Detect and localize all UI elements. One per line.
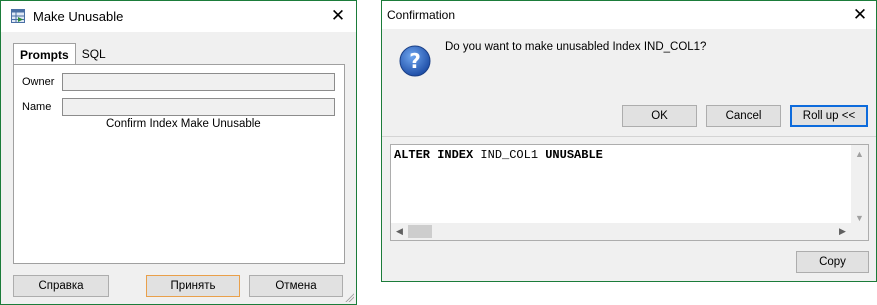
scroll-left-icon[interactable]: ◀ xyxy=(391,223,408,240)
dialog-title: Make Unusable xyxy=(33,9,124,24)
name-label: Name xyxy=(22,101,52,113)
cancel-button[interactable]: Отмена xyxy=(249,275,343,297)
cancel-button-label: Отмена xyxy=(275,280,317,292)
apply-button-label: Принять xyxy=(170,280,216,292)
app-table-icon xyxy=(11,9,25,23)
ok-button[interactable]: OK xyxy=(622,105,697,127)
owner-field[interactable] xyxy=(62,73,335,91)
close-icon[interactable]: ✕ xyxy=(328,6,348,26)
confirmation-message: Do you want to make unusabled Index IND_… xyxy=(445,41,707,53)
scroll-up-icon[interactable]: ▲ xyxy=(851,145,868,162)
resize-grip[interactable] xyxy=(344,292,354,302)
sql-keyword-alter-index: ALTER INDEX xyxy=(394,148,474,162)
ok-button-label: OK xyxy=(651,110,668,122)
confirm-text: Confirm Index Make Unusable xyxy=(106,118,261,130)
rollup-button[interactable]: Roll up << xyxy=(790,105,868,127)
copy-button-label: Copy xyxy=(819,256,846,268)
sql-statement: ALTER INDEX IND_COL1 UNUSABLE xyxy=(394,148,603,162)
help-button[interactable]: Справка xyxy=(13,275,109,297)
copy-button[interactable]: Copy xyxy=(796,251,869,273)
tab-prompts-label: Prompts xyxy=(20,48,69,62)
svg-text:?: ? xyxy=(409,49,421,73)
confirmation-dialog: Confirmation ✕ ? Do you want to make unu… xyxy=(381,0,877,282)
help-button-label: Справка xyxy=(38,280,84,292)
sql-index-name: IND_COL1 xyxy=(480,148,539,162)
rollup-button-label: Roll up << xyxy=(802,110,856,122)
tab-sql[interactable]: SQL xyxy=(76,43,112,65)
make-unusable-dialog: Make Unusable ✕ Prompts SQL Owner Name C… xyxy=(0,0,357,305)
apply-button[interactable]: Принять xyxy=(146,275,240,297)
cancel-button[interactable]: Cancel xyxy=(706,105,781,127)
tab-prompts[interactable]: Prompts xyxy=(13,43,76,66)
horizontal-scroll-thumb[interactable] xyxy=(408,225,432,238)
tab-bar: Prompts SQL xyxy=(13,43,112,66)
prompts-panel: Owner Name Confirm Index Make Unusable xyxy=(13,64,345,264)
confirmation-title: Confirmation xyxy=(387,8,456,22)
horizontal-scrollbar[interactable]: ◀ ▶ xyxy=(391,223,868,240)
vertical-scrollbar[interactable]: ▲ ▼ xyxy=(851,145,868,226)
separator xyxy=(382,136,876,137)
make-unusable-titlebar: Make Unusable ✕ xyxy=(1,1,356,32)
tab-sql-label: SQL xyxy=(81,47,106,61)
scroll-right-icon[interactable]: ▶ xyxy=(834,223,851,240)
cancel-button-label: Cancel xyxy=(725,110,762,122)
confirmation-titlebar: Confirmation ✕ xyxy=(382,1,876,29)
name-field[interactable] xyxy=(62,98,335,116)
close-icon[interactable]: ✕ xyxy=(850,5,870,25)
question-icon: ? xyxy=(399,45,431,77)
owner-label: Owner xyxy=(22,76,55,88)
sql-keyword-unusable: UNUSABLE xyxy=(545,148,603,162)
sql-text-area[interactable]: ALTER INDEX IND_COL1 UNUSABLE ▲ ▼ ◀ ▶ xyxy=(390,144,869,241)
